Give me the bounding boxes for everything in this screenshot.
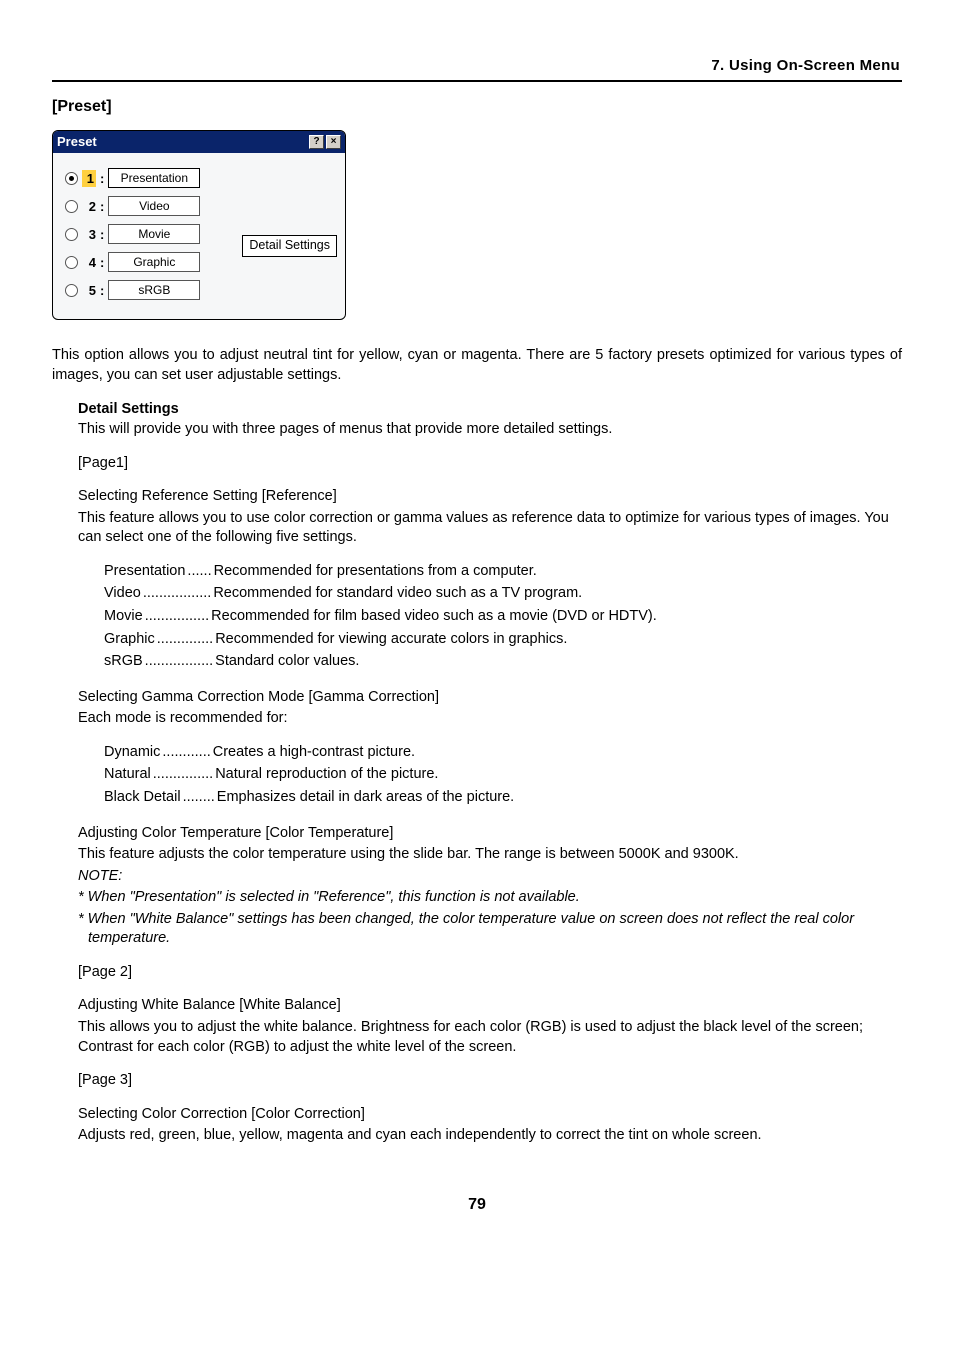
page-number: 79 bbox=[52, 1194, 902, 1216]
preset-row-2: 2 : Video bbox=[65, 195, 337, 217]
def-desc: Recommended for film based video such as… bbox=[211, 607, 902, 627]
preset-num-5: 5 bbox=[82, 282, 96, 300]
def-term: Dynamic bbox=[104, 743, 160, 763]
note-label: NOTE: bbox=[78, 867, 902, 887]
def-row: Graphic .............. Recommended for v… bbox=[104, 630, 902, 650]
gamma-definitions: Dynamic ............ Creates a high-cont… bbox=[104, 743, 902, 808]
titlebar-icons: ? × bbox=[309, 135, 341, 149]
ref-heading: Selecting Reference Setting [Reference] bbox=[78, 487, 902, 507]
gamma-heading: Selecting Gamma Correction Mode [Gamma C… bbox=[78, 688, 902, 708]
def-desc: Recommended for standard video such as a… bbox=[213, 584, 902, 604]
preset-num-3: 3 bbox=[82, 226, 96, 244]
preset-value-4[interactable]: Graphic bbox=[108, 252, 200, 272]
topbar-wrap: 7. Using On-Screen Menu bbox=[52, 56, 902, 82]
ct-desc: This feature adjusts the color temperatu… bbox=[78, 845, 902, 865]
page3-label: [Page 3] bbox=[78, 1071, 902, 1091]
cc-heading: Selecting Color Correction [Color Correc… bbox=[78, 1105, 902, 1125]
def-term: Video bbox=[104, 584, 141, 604]
colon: : bbox=[100, 282, 104, 300]
page1-label: [Page1] bbox=[78, 454, 902, 474]
def-row: Dynamic ............ Creates a high-cont… bbox=[104, 743, 902, 763]
detail-settings-desc: This will provide you with three pages o… bbox=[78, 420, 902, 440]
colon: : bbox=[100, 254, 104, 272]
detail-settings-heading: Detail Settings bbox=[78, 400, 902, 420]
preset-num-1: 1 bbox=[82, 170, 96, 188]
def-term: Natural bbox=[104, 765, 151, 785]
def-term: Presentation bbox=[104, 562, 185, 582]
colon: : bbox=[100, 198, 104, 216]
preset-value-5[interactable]: sRGB bbox=[108, 280, 200, 300]
def-desc: Standard color values. bbox=[215, 652, 902, 672]
def-row: Black Detail ........ Emphasizes detail … bbox=[104, 788, 902, 808]
def-desc: Recommended for viewing accurate colors … bbox=[215, 630, 902, 650]
def-desc: Creates a high-contrast picture. bbox=[213, 743, 902, 763]
radio-3[interactable] bbox=[65, 228, 78, 241]
cc-desc: Adjusts red, green, blue, yellow, magent… bbox=[78, 1126, 902, 1146]
ref-desc: This feature allows you to use color cor… bbox=[78, 509, 902, 548]
preset-value-2[interactable]: Video bbox=[108, 196, 200, 216]
def-dots: .............. bbox=[157, 630, 213, 650]
help-icon[interactable]: ? bbox=[309, 135, 324, 149]
preset-dialog: Preset ? × 1 : Presentation 2 : Video 3 bbox=[52, 130, 346, 321]
def-dots: ................. bbox=[143, 584, 212, 604]
def-term: Movie bbox=[104, 607, 143, 627]
radio-5[interactable] bbox=[65, 284, 78, 297]
preset-num-4: 4 bbox=[82, 254, 96, 272]
def-dots: ...... bbox=[187, 562, 211, 582]
dialog-title: Preset bbox=[57, 133, 97, 151]
def-dots: ................ bbox=[145, 607, 209, 627]
detail-settings-button[interactable]: Detail Settings bbox=[242, 235, 337, 257]
def-row: Presentation ...... Recommended for pres… bbox=[104, 562, 902, 582]
def-row: Movie ................ Recommended for f… bbox=[104, 607, 902, 627]
dialog-body: 1 : Presentation 2 : Video 3 : Movie 4 :… bbox=[53, 153, 345, 319]
page-root: 7. Using On-Screen Menu [Preset] Preset … bbox=[0, 0, 954, 1255]
def-dots: ............... bbox=[153, 765, 213, 785]
preset-value-3[interactable]: Movie bbox=[108, 224, 200, 244]
preset-row-1: 1 : Presentation bbox=[65, 167, 337, 189]
close-icon[interactable]: × bbox=[326, 135, 341, 149]
def-term: Black Detail bbox=[104, 788, 181, 808]
radio-4[interactable] bbox=[65, 256, 78, 269]
def-dots: ................. bbox=[145, 652, 214, 672]
ref-definitions: Presentation ...... Recommended for pres… bbox=[104, 562, 902, 672]
wb-desc: This allows you to adjust the white bala… bbox=[78, 1018, 902, 1057]
def-row: Natural ............... Natural reproduc… bbox=[104, 765, 902, 785]
def-term: sRGB bbox=[104, 652, 143, 672]
def-dots: ............ bbox=[162, 743, 210, 763]
note-line-1: * When "Presentation" is selected in "Re… bbox=[78, 888, 902, 908]
dialog-titlebar: Preset ? × bbox=[53, 131, 345, 154]
gamma-desc: Each mode is recommended for: bbox=[78, 709, 902, 729]
def-desc: Natural reproduction of the picture. bbox=[215, 765, 902, 785]
radio-2[interactable] bbox=[65, 200, 78, 213]
radio-1[interactable] bbox=[65, 172, 78, 185]
def-row: sRGB ................. Standard color va… bbox=[104, 652, 902, 672]
wb-heading: Adjusting White Balance [White Balance] bbox=[78, 996, 902, 1016]
def-desc: Emphasizes detail in dark areas of the p… bbox=[217, 788, 902, 808]
colon: : bbox=[100, 170, 104, 188]
def-term: Graphic bbox=[104, 630, 155, 650]
section-title: [Preset] bbox=[52, 96, 902, 118]
page2-label: [Page 2] bbox=[78, 963, 902, 983]
note-line-2: * When "White Balance" settings has been… bbox=[78, 910, 902, 949]
preset-row-5: 5 : sRGB bbox=[65, 279, 337, 301]
ct-heading: Adjusting Color Temperature [Color Tempe… bbox=[78, 824, 902, 844]
def-desc: Recommended for presentations from a com… bbox=[214, 562, 902, 582]
preset-value-1[interactable]: Presentation bbox=[108, 168, 200, 188]
def-row: Video ................. Recommended for … bbox=[104, 584, 902, 604]
def-dots: ........ bbox=[183, 788, 215, 808]
intro-paragraph: This option allows you to adjust neutral… bbox=[52, 346, 902, 385]
colon: : bbox=[100, 226, 104, 244]
preset-num-2: 2 bbox=[82, 198, 96, 216]
chapter-heading: 7. Using On-Screen Menu bbox=[52, 56, 902, 82]
